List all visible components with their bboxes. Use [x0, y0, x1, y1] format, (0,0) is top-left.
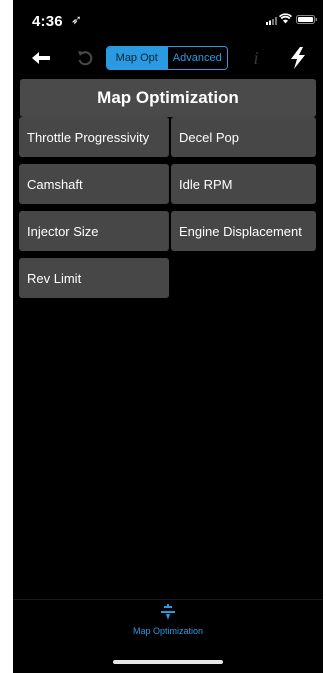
toolbar: Map Opt Advanced i — [13, 42, 323, 74]
option-decel-pop[interactable]: Decel Pop — [171, 117, 316, 157]
app-screen: 4:36 ➶ Map Opt Advanced i Map Optimizati… — [13, 0, 323, 673]
undo-icon[interactable] — [75, 48, 95, 68]
tab-map-optimization[interactable]: Map Optimization — [13, 626, 323, 636]
lightning-bolt-icon[interactable] — [289, 47, 307, 69]
option-throttle-progressivity[interactable]: Throttle Progressivity — [19, 117, 169, 157]
battery-icon — [296, 15, 317, 24]
status-time: 4:36 — [32, 13, 63, 30]
tab-bar: Map Optimization — [13, 599, 323, 650]
page-title: Map Optimization — [20, 79, 316, 117]
home-indicator[interactable] — [113, 660, 223, 664]
mode-segmented-control: Map Opt Advanced — [106, 46, 228, 70]
info-icon[interactable]: i — [249, 47, 263, 69]
option-camshaft[interactable]: Camshaft — [19, 164, 169, 204]
cellular-signal-icon — [266, 17, 277, 25]
option-engine-displacement[interactable]: Engine Displacement — [171, 211, 316, 251]
segment-advanced[interactable]: Advanced — [166, 47, 227, 69]
tuning-sliders-icon[interactable] — [158, 603, 178, 623]
option-injector-size[interactable]: Injector Size — [19, 211, 169, 251]
option-idle-rpm[interactable]: Idle RPM — [171, 164, 316, 204]
wifi-icon — [279, 13, 292, 24]
option-rev-limit[interactable]: Rev Limit — [19, 258, 169, 298]
status-bar: 4:36 ➶ — [13, 0, 323, 40]
back-arrow-icon[interactable] — [30, 47, 52, 69]
location-arrow-icon: ➶ — [71, 12, 82, 27]
segment-map-opt[interactable]: Map Opt — [107, 47, 167, 69]
